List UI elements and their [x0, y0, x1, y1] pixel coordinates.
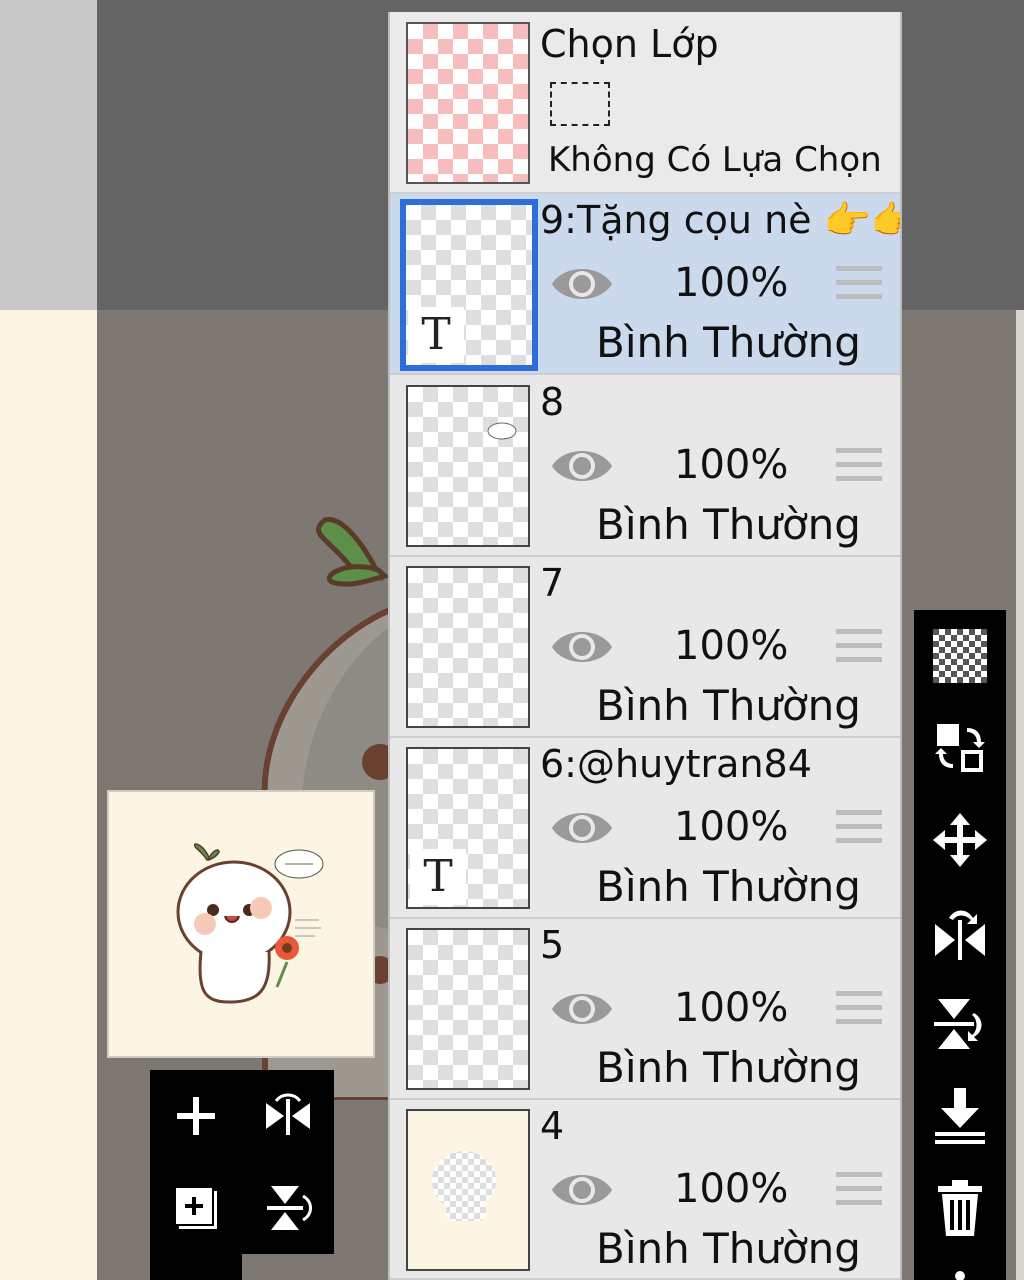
flip-horizontal-icon[interactable]: [242, 1070, 334, 1162]
mini-toolbar: [150, 1070, 334, 1254]
layer-thumbnail: [406, 385, 530, 547]
canvas-right-edge: [1016, 310, 1024, 1280]
layer-name: 5: [540, 923, 565, 967]
layer-row[interactable]: T 6:@huytran84 100% Bình Thường: [390, 738, 900, 919]
visibility-eye-icon[interactable]: [550, 1168, 614, 1212]
canvas-background-top-left: [0, 0, 97, 310]
add-image-layer-icon[interactable]: [150, 1162, 242, 1254]
layer-row[interactable]: 7 100% Bình Thường: [390, 557, 900, 738]
selection-marquee-icon: [550, 82, 610, 126]
selection-status: Không Có Lựa Chọn: [548, 140, 882, 180]
layer-row[interactable]: 4 100% Bình Thường: [390, 1100, 900, 1280]
layer-thumbnail: [406, 928, 530, 1090]
visibility-eye-icon[interactable]: [550, 625, 614, 669]
layer-blend-mode[interactable]: Bình Thường: [596, 318, 861, 367]
layer-blend-mode[interactable]: Bình Thường: [596, 1224, 861, 1273]
drag-handle-icon[interactable]: [836, 266, 882, 304]
drag-handle-icon[interactable]: [836, 1172, 882, 1210]
layer-name: 6:@huytran84: [540, 742, 812, 786]
merge-down-icon[interactable]: [914, 1070, 1006, 1162]
layer-name: 8: [540, 380, 565, 424]
layer-row[interactable]: 8 100% Bình Thường: [390, 376, 900, 557]
preview-artwork: [176, 843, 324, 1004]
drag-handle-icon[interactable]: [836, 810, 882, 848]
thumbnail-character-cutout: [432, 1151, 496, 1221]
layer-row[interactable]: T 9:Tặng cọu nè 👉👉 100% Bình Thường: [390, 194, 900, 375]
transparency-icon[interactable]: [914, 610, 1006, 702]
layer-thumbnail: [406, 566, 530, 728]
text-layer-badge: T: [410, 849, 466, 905]
layer-blend-mode[interactable]: Bình Thường: [596, 500, 861, 549]
visibility-eye-icon[interactable]: [550, 987, 614, 1031]
mini-toolbar-tab: [150, 1254, 242, 1280]
canvas-preview[interactable]: [107, 790, 375, 1058]
layer-name: 9:Tặng cọu nè 👉👉: [540, 198, 900, 242]
layer-blend-mode[interactable]: Bình Thường: [596, 1043, 861, 1092]
layer-thumbnail: [406, 1109, 530, 1271]
visibility-eye-icon[interactable]: [550, 444, 614, 488]
layer-name: 4: [540, 1104, 565, 1148]
layer-name: 7: [540, 561, 565, 605]
move-icon[interactable]: [914, 794, 1006, 886]
layer-opacity[interactable]: 100%: [674, 623, 788, 669]
selection-thumbnail: [406, 22, 530, 184]
delete-icon[interactable]: [914, 1162, 1006, 1254]
flip-vertical-icon[interactable]: [242, 1162, 334, 1254]
layer-blend-mode[interactable]: Bình Thường: [596, 862, 861, 911]
layer-opacity[interactable]: 100%: [674, 1166, 788, 1212]
canvas-cream-edge: [0, 310, 97, 1280]
flip-horizontal-icon[interactable]: [914, 886, 1006, 978]
layer-row[interactable]: 5 100% Bình Thường: [390, 919, 900, 1100]
selection-title: Chọn Lớp: [540, 22, 719, 66]
layer-thumbnail: T: [406, 747, 530, 909]
swap-layers-icon[interactable]: [914, 702, 1006, 794]
selection-layer-row[interactable]: Chọn Lớp Không Có Lựa Chọn: [390, 12, 900, 194]
layer-opacity[interactable]: 100%: [674, 804, 788, 850]
visibility-eye-icon[interactable]: [550, 262, 614, 306]
layers-panel: Chọn Lớp Không Có Lựa Chọn T 9:Tặng cọu …: [388, 12, 902, 1280]
layer-opacity[interactable]: 100%: [674, 442, 788, 488]
thumbnail-speech-bubble: [487, 422, 517, 440]
more-icon[interactable]: [914, 1254, 1006, 1280]
drag-handle-icon[interactable]: [836, 991, 882, 1029]
layer-opacity[interactable]: 100%: [674, 260, 788, 306]
layer-opacity[interactable]: 100%: [674, 985, 788, 1031]
layer-thumbnail: T: [400, 199, 538, 371]
add-layer-icon[interactable]: [150, 1070, 242, 1162]
flip-vertical-icon[interactable]: [914, 978, 1006, 1070]
layer-blend-mode[interactable]: Bình Thường: [596, 681, 861, 730]
visibility-eye-icon[interactable]: [550, 806, 614, 850]
drag-handle-icon[interactable]: [836, 448, 882, 486]
layer-side-toolbar: [914, 610, 1006, 1280]
text-layer-badge: T: [408, 307, 464, 363]
drag-handle-icon[interactable]: [836, 629, 882, 667]
